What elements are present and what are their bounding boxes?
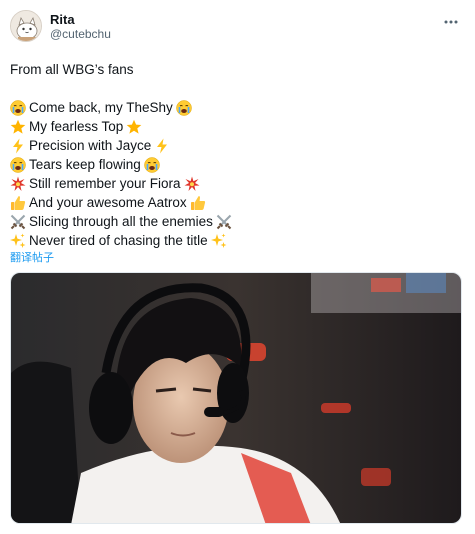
more-options-icon[interactable] <box>443 14 459 30</box>
author-handle[interactable]: @cutebchu <box>50 27 111 41</box>
thumbs-up-icon <box>10 195 26 211</box>
tweet-photo[interactable] <box>10 272 462 524</box>
tweet-line-text: Slicing through all the enemies <box>29 214 213 229</box>
crossed-swords-icon <box>216 214 232 230</box>
tweet-line: Precision with Jayce <box>10 136 463 155</box>
lightning-icon <box>10 138 26 154</box>
tweet-line: My fearless Top <box>10 117 463 136</box>
author-display-name[interactable]: Rita <box>50 12 111 27</box>
star-icon <box>10 119 26 135</box>
crying-face-icon <box>144 156 160 173</box>
lightning-icon <box>154 138 170 154</box>
tweet-line-text: My fearless Top <box>29 119 124 134</box>
tweet-line-text: Tears keep flowing <box>29 157 141 172</box>
tweet-line-text: And your awesome Aatrox <box>29 195 187 210</box>
sparkle-burst-icon <box>10 176 26 192</box>
author-names: Rita @cutebchu <box>50 10 111 41</box>
tweet-line: And your awesome Aatrox <box>10 193 463 212</box>
translate-post-link[interactable]: 翻译帖子 <box>10 251 463 265</box>
sparkles-icon <box>10 233 26 249</box>
tweet-line: Still remember your Fiora <box>10 174 463 193</box>
crying-face-icon <box>10 156 26 173</box>
sparkles-icon <box>210 233 227 249</box>
tweet-line-text: Never tired of chasing the title <box>29 233 208 248</box>
tweet-body: From all WBG’s fans Come back, my TheShy… <box>10 60 463 265</box>
tweet-card: Rita @cutebchu From all WBG’s fans Come … <box>0 0 475 534</box>
sparkle-burst-icon <box>184 176 200 192</box>
tweet-line: Come back, my TheShy <box>10 98 463 117</box>
tweet-lines: Come back, my TheShy My fearless Top Preci… <box>10 98 463 250</box>
thumbs-up-icon <box>190 195 206 211</box>
crossed-swords-icon <box>10 214 26 230</box>
tweet-line: Slicing through all the enemies <box>10 212 463 231</box>
tweet-line: Tears keep flowing <box>10 155 463 174</box>
tweet-line: Never tired of chasing the title <box>10 231 463 250</box>
tweet-header: Rita @cutebchu <box>10 10 463 46</box>
star-icon <box>126 119 142 135</box>
crying-face-icon <box>176 99 192 116</box>
player-photo-image <box>11 273 461 523</box>
tweet-line-text: Come back, my TheShy <box>29 100 173 115</box>
avatar[interactable] <box>10 10 42 42</box>
crying-face-icon <box>10 99 26 116</box>
avatar-cat-icon <box>11 11 41 41</box>
tweet-intro: From all WBG’s fans <box>10 62 134 77</box>
tweet-line-text: Still remember your Fiora <box>29 176 181 191</box>
tweet-line-text: Precision with Jayce <box>29 138 152 153</box>
